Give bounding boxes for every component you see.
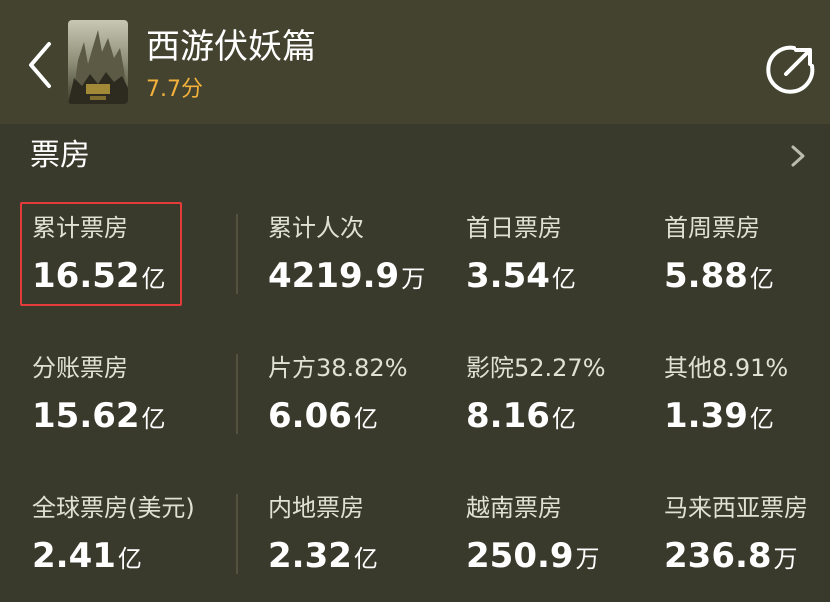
- stat-cumulative-admissions[interactable]: 累计人次 4219.9万: [268, 212, 468, 322]
- movie-title: 西游伏妖篇: [146, 27, 316, 67]
- stat-value: 250.9万: [466, 536, 600, 576]
- stat-value: 5.88亿: [664, 256, 774, 296]
- highlight-box: [20, 202, 182, 306]
- share-button[interactable]: [764, 42, 818, 96]
- section-more-button[interactable]: [786, 142, 810, 170]
- section-title: 票房: [30, 138, 90, 173]
- stat-label: 其他8.91%: [664, 354, 789, 382]
- stat-malaysia-box-office[interactable]: 马来西亚票房 236.8万: [664, 492, 830, 602]
- share-icon: [766, 45, 815, 94]
- stat-value: 8.16亿: [466, 396, 576, 436]
- stat-mainland-box-office[interactable]: 内地票房 2.32亿: [268, 492, 468, 602]
- stat-label: 首周票房: [664, 214, 760, 242]
- stat-label: 全球票房(美元): [32, 494, 195, 522]
- movie-poster[interactable]: [68, 20, 128, 104]
- movie-score: 7.7分: [146, 77, 203, 102]
- stat-label: 内地票房: [268, 494, 364, 522]
- stat-global-box-office[interactable]: 全球票房(美元) 2.41亿: [32, 492, 232, 602]
- stat-label: 分账票房: [32, 354, 128, 382]
- stat-value: 1.39亿: [664, 396, 774, 436]
- chevron-right-icon: [791, 145, 805, 167]
- stat-producer-share[interactable]: 片方38.82% 6.06亿: [268, 352, 468, 462]
- stat-split-box-office[interactable]: 分账票房 15.62亿: [32, 352, 232, 462]
- stat-value: 6.06亿: [268, 396, 378, 436]
- column-divider: [236, 354, 238, 434]
- stat-first-week-box-office[interactable]: 首周票房 5.88亿: [664, 212, 830, 322]
- stat-label: 首日票房: [466, 214, 562, 242]
- stat-value: 2.32亿: [268, 536, 378, 576]
- column-divider: [236, 494, 238, 574]
- stat-cinema-share[interactable]: 影院52.27% 8.16亿: [466, 352, 666, 462]
- stat-label: 越南票房: [466, 494, 562, 522]
- stat-vietnam-box-office[interactable]: 越南票房 250.9万: [466, 492, 666, 602]
- stat-value: 2.41亿: [32, 536, 142, 576]
- stat-first-day-box-office[interactable]: 首日票房 3.54亿: [466, 212, 666, 322]
- back-button[interactable]: [20, 38, 60, 92]
- header-bar: 西游伏妖篇 7.7分: [0, 0, 830, 124]
- stat-label: 影院52.27%: [466, 354, 606, 382]
- stat-label: 累计人次: [268, 214, 364, 242]
- stat-value: 236.8万: [664, 536, 798, 576]
- stat-value: 3.54亿: [466, 256, 576, 296]
- stat-value: 15.62亿: [32, 396, 166, 436]
- stat-label: 马来西亚票房: [664, 494, 808, 522]
- poster-image: [68, 20, 128, 104]
- column-divider: [236, 214, 238, 294]
- stat-other-share[interactable]: 其他8.91% 1.39亿: [664, 352, 830, 462]
- chevron-left-icon: [29, 42, 51, 88]
- stat-value: 4219.9万: [268, 256, 426, 296]
- stat-label: 片方38.82%: [268, 354, 408, 382]
